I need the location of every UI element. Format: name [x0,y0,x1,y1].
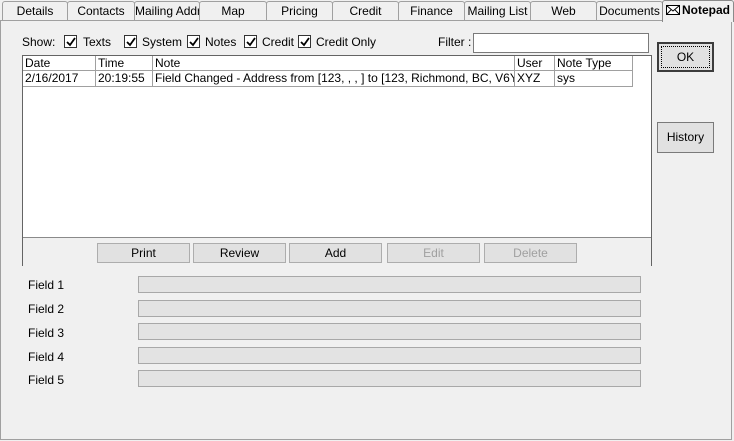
tab-pricing[interactable]: Pricing [266,1,333,21]
field-2-label: Field 2 [28,302,65,316]
column-header-date[interactable]: Date [23,56,96,71]
column-header-note-type[interactable]: Note Type [555,56,633,71]
texts-checkbox-label[interactable]: Texts [83,35,111,49]
add-button-label: Add [324,246,347,260]
tab-strip: Details Contacts Mailing Addr Map Pricin… [0,0,734,22]
column-header-user[interactable]: User [515,56,555,71]
field-4-input[interactable] [138,347,641,364]
tab-label: Contacts [77,4,125,18]
system-checkbox[interactable] [124,35,137,48]
ok-button[interactable]: OK [657,42,714,72]
field-3-label: Field 3 [28,326,65,340]
tab-label: Pricing [281,4,318,18]
field-1-input[interactable] [138,276,641,293]
credit-checkbox-label[interactable]: Credit [262,35,294,49]
notes-checkbox[interactable] [187,35,200,48]
edit-button-label: Edit [423,246,444,260]
show-label: Show: [22,35,56,49]
cell-date[interactable]: 2/16/2017 [23,71,96,87]
grid-toolbar: Print Review Add Edit Delete [23,237,651,266]
tab-mailing-addr[interactable]: Mailing Addr [134,1,200,21]
tab-label: Documents [599,4,660,18]
history-button[interactable]: History [657,122,714,153]
notes-checkbox-label[interactable]: Notes [205,35,236,49]
system-checkbox-label[interactable]: System [142,35,182,49]
edit-button[interactable]: Edit [387,243,480,263]
tab-map[interactable]: Map [199,1,267,21]
tab-web[interactable]: Web [530,1,597,21]
tab-notepad[interactable]: Notepad [662,0,734,22]
cell-note[interactable]: Field Changed - Address from [123, , , ]… [153,71,515,87]
cell-note-type[interactable]: sys [555,71,633,87]
review-button[interactable]: Review [193,243,286,263]
field-2-input[interactable] [138,300,641,317]
focus-rect [661,46,710,68]
cell-user[interactable]: XYZ [515,71,555,87]
credit-only-checkbox[interactable] [298,35,311,48]
tab-credit[interactable]: Credit [332,1,399,21]
field-5-input[interactable] [138,370,641,387]
tab-mailing-list[interactable]: Mailing List [464,1,531,21]
tab-finance[interactable]: Finance [398,1,465,21]
tab-label: Credit [349,4,382,18]
tab-label: Web [551,4,576,18]
print-button[interactable]: Print [97,243,190,263]
tab-contacts[interactable]: Contacts [67,1,135,21]
envelope-icon [666,2,680,20]
review-button-label: Review [219,246,260,260]
history-button-label: History [666,130,705,144]
grid-header: Date Time Note User Note Type [23,56,633,71]
field-5-label: Field 5 [28,373,65,387]
filter-label: Filter : [438,35,472,49]
field-1-label: Field 1 [28,278,65,292]
tab-label: Mailing Addr [135,4,200,18]
tab-label: Finance [410,4,453,18]
delete-button[interactable]: Delete [484,243,577,263]
tab-label: Notepad [682,3,730,17]
tab-documents[interactable]: Documents [596,1,663,21]
delete-button-label: Delete [513,246,548,260]
column-header-time[interactable]: Time [96,56,153,71]
column-header-note[interactable]: Note [153,56,515,71]
filter-input[interactable] [473,33,649,53]
credit-only-checkbox-label[interactable]: Credit Only [316,35,376,49]
cell-time[interactable]: 20:19:55 [96,71,153,87]
tab-details[interactable]: Details [2,1,68,21]
field-3-input[interactable] [138,323,641,340]
tab-label: Map [221,4,245,18]
print-button-label: Print [131,246,156,260]
tab-label: Details [16,4,54,18]
add-button[interactable]: Add [289,243,382,263]
field-4-label: Field 4 [28,350,65,364]
table-row[interactable]: 2/16/2017 20:19:55 Field Changed - Addre… [23,71,633,87]
texts-checkbox[interactable] [64,35,77,48]
notes-grid: Date Time Note User Note Type 2/16/2017 … [22,55,652,266]
credit-checkbox[interactable] [244,35,257,48]
tab-label: Mailing List [467,4,528,18]
